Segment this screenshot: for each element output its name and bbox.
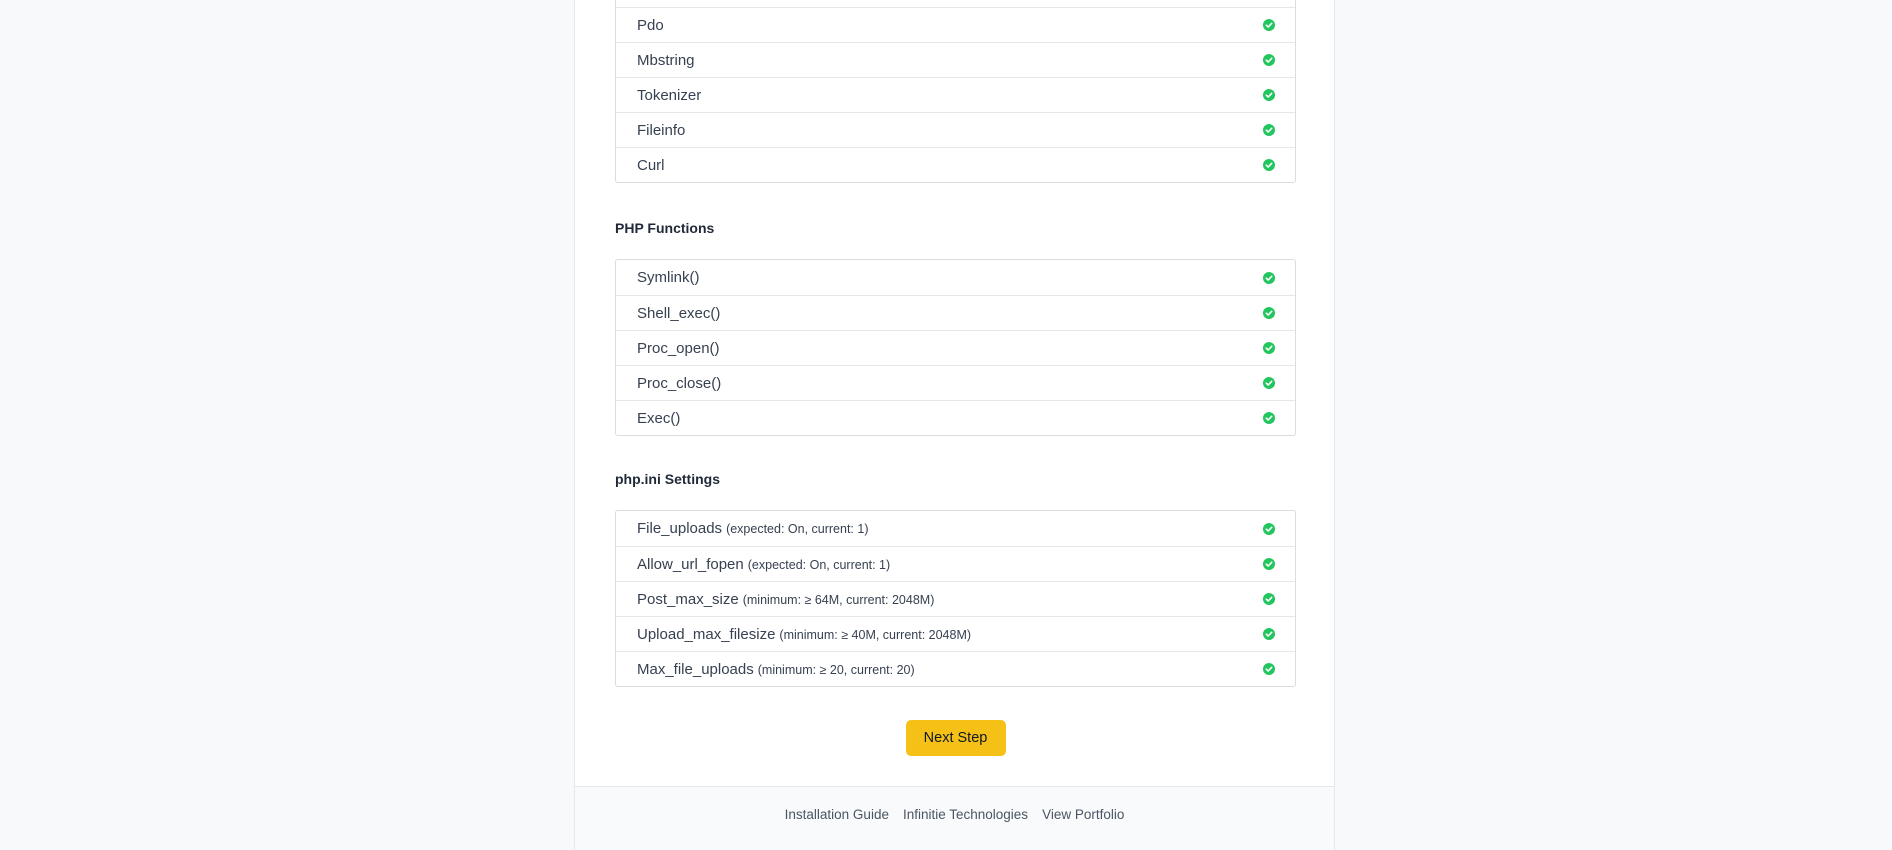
next-step-button[interactable]: Next Step <box>905 720 1006 756</box>
list-item: Symlink() <box>616 260 1295 295</box>
section-title-php-functions: PHP Functions <box>615 220 715 236</box>
list-item: Fileinfo <box>616 112 1295 147</box>
check-circle-icon <box>1263 271 1275 284</box>
check-circle-icon <box>1263 124 1275 136</box>
list-item: Proc_open() <box>616 330 1295 365</box>
next-step-wrapper: Next Step <box>615 720 1296 756</box>
check-circle-icon <box>1263 159 1275 171</box>
check-circle-icon <box>1263 307 1275 319</box>
footer-link-view-portfolio[interactable]: View Portfolio <box>1042 806 1124 850</box>
setting-name: Max_file_uploads <box>637 660 754 678</box>
list-item: Upload_max_filesize (minimum: ≥ 40M, curr… <box>616 616 1295 651</box>
setting-label: Allow_url_fopen (expected: On, current: 1… <box>637 556 890 573</box>
function-label: Symlink() <box>637 269 700 286</box>
function-label: Proc_open() <box>637 339 720 357</box>
check-circle-icon <box>1263 663 1275 675</box>
list-item: File_uploads (expected: On, current: 1) <box>616 511 1295 546</box>
setting-detail: (minimum: ≥ 20, current: 20) <box>757 662 915 677</box>
list-item: Max_file_uploads (minimum: ≥ 20, current:… <box>616 651 1295 686</box>
ini-settings-list: File_uploads (expected: On, current: 1) A… <box>615 510 1296 687</box>
setting-label: File_uploads (expected: On, current: 1) <box>637 520 869 537</box>
list-item: Tokenizer <box>616 77 1295 112</box>
list-item: Proc_close() <box>616 365 1295 400</box>
setting-name: Upload_max_filesize <box>637 625 776 643</box>
setting-label: Post_max_size (minimum: ≥ 64M, current: 2… <box>637 591 934 608</box>
check-circle-icon <box>1263 377 1275 389</box>
function-label: Shell_exec() <box>637 304 721 322</box>
setting-label: Max_file_uploads (minimum: ≥ 20, current:… <box>637 661 915 678</box>
list-item: Post_max_size (minimum: ≥ 64M, current: 2… <box>616 581 1295 616</box>
check-circle-icon <box>1263 558 1275 570</box>
check-circle-icon <box>1263 342 1275 354</box>
list-item <box>616 0 1295 7</box>
section-title-php-ini-settings: php.ini Settings <box>615 471 720 487</box>
extension-label: Mbstring <box>637 51 695 69</box>
setting-name: File_uploads <box>637 520 723 537</box>
check-circle-icon <box>1263 412 1275 424</box>
function-label: Exec() <box>637 409 681 427</box>
setting-label: Upload_max_filesize (minimum: ≥ 40M, curr… <box>637 626 971 643</box>
list-item: Curl <box>616 147 1295 182</box>
list-item: Pdo <box>616 7 1295 42</box>
setting-detail: (expected: On, current: 1) <box>726 522 869 536</box>
function-label: Proc_close() <box>637 374 722 392</box>
footer-link-infinitie-technologies[interactable]: Infinitie Technologies <box>903 806 1028 850</box>
setting-name: Allow_url_fopen <box>637 555 744 573</box>
check-circle-icon <box>1263 19 1275 31</box>
check-circle-icon <box>1263 54 1275 66</box>
extension-label: Curl <box>637 156 665 174</box>
extension-label: Tokenizer <box>637 86 702 104</box>
installer-card: Pdo Mbstring Tokenizer Fileinfo Curl PHP… <box>574 0 1335 850</box>
setting-detail: (minimum: ≥ 40M, current: 2048M) <box>779 627 972 642</box>
list-item: Shell_exec() <box>616 295 1295 330</box>
extension-label: Fileinfo <box>637 121 686 139</box>
setting-detail: (minimum: ≥ 64M, current: 2048M) <box>742 592 935 607</box>
extension-label: Pdo <box>637 16 664 34</box>
check-circle-icon <box>1263 522 1275 535</box>
functions-list: Symlink() Shell_exec() Proc_open() Proc_… <box>615 259 1296 436</box>
check-circle-icon <box>1263 628 1275 640</box>
list-item: Exec() <box>616 400 1295 435</box>
footer-link-installation-guide[interactable]: Installation Guide <box>785 806 889 850</box>
list-item: Allow_url_fopen (expected: On, current: 1… <box>616 546 1295 581</box>
footer: Installation Guide Infinitie Technologie… <box>575 786 1334 850</box>
extensions-list: Pdo Mbstring Tokenizer Fileinfo Curl <box>615 0 1296 183</box>
check-circle-icon <box>1263 593 1275 605</box>
setting-name: Post_max_size <box>637 590 739 608</box>
setting-detail: (expected: On, current: 1) <box>747 557 891 572</box>
check-circle-icon <box>1263 89 1275 101</box>
list-item: Mbstring <box>616 42 1295 77</box>
